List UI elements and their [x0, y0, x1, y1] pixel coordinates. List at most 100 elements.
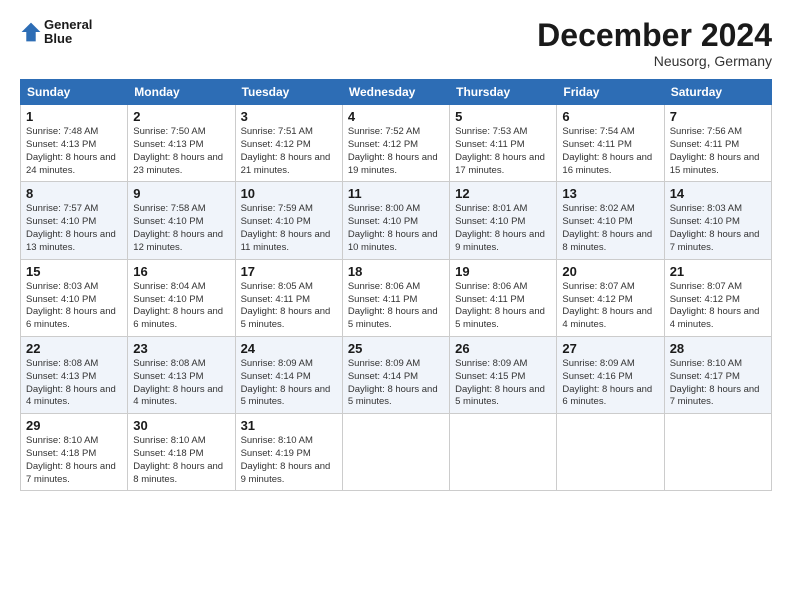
day-number: 6 [562, 109, 658, 124]
calendar-cell: 25Sunrise: 8:09 AMSunset: 4:14 PMDayligh… [342, 336, 449, 413]
day-detail: Sunrise: 8:10 AMSunset: 4:17 PMDaylight:… [670, 358, 760, 407]
calendar-cell [664, 414, 771, 491]
calendar-cell: 21 Sunrise: 8:07 AMSunset: 4:12 PMDayligh… [664, 259, 771, 336]
calendar-cell: 24 Sunrise: 8:09 AMSunset: 4:14 PMDayligh… [235, 336, 342, 413]
day-detail: Sunrise: 7:53 AMSunset: 4:11 PMDaylight:… [455, 126, 545, 175]
day-detail: Sunrise: 7:59 AMSunset: 4:10 PMDaylight:… [241, 203, 331, 252]
calendar-cell: 30 Sunrise: 8:10 AMSunset: 4:18 PMDayligh… [128, 414, 235, 491]
calendar-cell: 11Sunrise: 8:00 AMSunset: 4:10 PMDayligh… [342, 182, 449, 259]
logo-text: General Blue [44, 18, 92, 47]
day-number: 15 [26, 264, 122, 279]
day-detail: Sunrise: 8:06 AMSunset: 4:11 PMDaylight:… [348, 281, 438, 330]
calendar-cell: 2Sunrise: 7:50 AMSunset: 4:13 PMDaylight… [128, 105, 235, 182]
day-number: 5 [455, 109, 551, 124]
day-detail: Sunrise: 8:05 AMSunset: 4:11 PMDaylight:… [241, 281, 331, 330]
calendar-cell: 13 Sunrise: 8:02 AMSunset: 4:10 PMDayligh… [557, 182, 664, 259]
day-detail: Sunrise: 8:10 AMSunset: 4:18 PMDaylight:… [133, 435, 223, 484]
day-detail: Sunrise: 7:48 AMSunset: 4:13 PMDaylight:… [26, 126, 116, 175]
col-header-saturday: Saturday [664, 80, 771, 105]
header: General Blue December 2024 Neusorg, Germ… [20, 18, 772, 69]
day-number: 21 [670, 264, 766, 279]
day-number: 8 [26, 186, 122, 201]
day-number: 23 [133, 341, 229, 356]
calendar-cell: 12Sunrise: 8:01 AMSunset: 4:10 PMDayligh… [450, 182, 557, 259]
calendar-cell: 28 Sunrise: 8:10 AMSunset: 4:17 PMDayligh… [664, 336, 771, 413]
day-detail: Sunrise: 8:01 AMSunset: 4:10 PMDaylight:… [455, 203, 545, 252]
logo-line1: General [44, 18, 92, 32]
day-detail: Sunrise: 8:10 AMSunset: 4:19 PMDaylight:… [241, 435, 331, 484]
calendar-cell: 23 Sunrise: 8:08 AMSunset: 4:13 PMDayligh… [128, 336, 235, 413]
day-number: 7 [670, 109, 766, 124]
day-detail: Sunrise: 8:07 AMSunset: 4:12 PMDaylight:… [562, 281, 652, 330]
day-detail: Sunrise: 8:07 AMSunset: 4:12 PMDaylight:… [670, 281, 760, 330]
col-header-thursday: Thursday [450, 80, 557, 105]
day-number: 17 [241, 264, 337, 279]
calendar-cell: 15 Sunrise: 8:03 AMSunset: 4:10 PMDayligh… [21, 259, 128, 336]
day-detail: Sunrise: 8:08 AMSunset: 4:13 PMDaylight:… [133, 358, 223, 407]
day-detail: Sunrise: 8:02 AMSunset: 4:10 PMDaylight:… [562, 203, 652, 252]
day-number: 28 [670, 341, 766, 356]
calendar-cell: 4Sunrise: 7:52 AMSunset: 4:12 PMDaylight… [342, 105, 449, 182]
day-number: 16 [133, 264, 229, 279]
calendar-cell: 22 Sunrise: 8:08 AMSunset: 4:13 PMDayligh… [21, 336, 128, 413]
day-detail: Sunrise: 7:50 AMSunset: 4:13 PMDaylight:… [133, 126, 223, 175]
day-number: 25 [348, 341, 444, 356]
day-number: 24 [241, 341, 337, 356]
calendar-cell: 7 Sunrise: 7:56 AMSunset: 4:11 PMDaylight… [664, 105, 771, 182]
day-number: 22 [26, 341, 122, 356]
day-number: 30 [133, 418, 229, 433]
calendar-cell: 18 Sunrise: 8:06 AMSunset: 4:11 PMDayligh… [342, 259, 449, 336]
day-detail: Sunrise: 7:58 AMSunset: 4:10 PMDaylight:… [133, 203, 223, 252]
day-detail: Sunrise: 8:09 AMSunset: 4:14 PMDaylight:… [241, 358, 331, 407]
day-detail: Sunrise: 8:09 AMSunset: 4:15 PMDaylight:… [455, 358, 545, 407]
day-detail: Sunrise: 7:57 AMSunset: 4:10 PMDaylight:… [26, 203, 116, 252]
location-subtitle: Neusorg, Germany [537, 53, 772, 69]
calendar-cell [450, 414, 557, 491]
day-detail: Sunrise: 8:10 AMSunset: 4:18 PMDaylight:… [26, 435, 116, 484]
day-number: 10 [241, 186, 337, 201]
logo-line2: Blue [44, 32, 92, 46]
calendar-cell: 31 Sunrise: 8:10 AMSunset: 4:19 PMDayligh… [235, 414, 342, 491]
calendar-cell: 17 Sunrise: 8:05 AMSunset: 4:11 PMDayligh… [235, 259, 342, 336]
day-number: 29 [26, 418, 122, 433]
day-number: 9 [133, 186, 229, 201]
calendar-cell [557, 414, 664, 491]
calendar-cell: 20Sunrise: 8:07 AMSunset: 4:12 PMDayligh… [557, 259, 664, 336]
calendar-cell: 1 Sunrise: 7:48 AMSunset: 4:13 PMDaylight… [21, 105, 128, 182]
logo-icon [20, 21, 42, 43]
calendar-cell: 19 Sunrise: 8:06 AMSunset: 4:11 PMDayligh… [450, 259, 557, 336]
title-block: December 2024 Neusorg, Germany [537, 18, 772, 69]
col-header-wednesday: Wednesday [342, 80, 449, 105]
day-number: 26 [455, 341, 551, 356]
day-number: 13 [562, 186, 658, 201]
day-detail: Sunrise: 8:03 AMSunset: 4:10 PMDaylight:… [26, 281, 116, 330]
day-detail: Sunrise: 8:03 AMSunset: 4:10 PMDaylight:… [670, 203, 760, 252]
calendar-cell: 16Sunrise: 8:04 AMSunset: 4:10 PMDayligh… [128, 259, 235, 336]
day-number: 27 [562, 341, 658, 356]
day-detail: Sunrise: 7:51 AMSunset: 4:12 PMDaylight:… [241, 126, 331, 175]
calendar-cell: 5 Sunrise: 7:53 AMSunset: 4:11 PMDaylight… [450, 105, 557, 182]
calendar-cell: 29 Sunrise: 8:10 AMSunset: 4:18 PMDayligh… [21, 414, 128, 491]
calendar-cell: 10 Sunrise: 7:59 AMSunset: 4:10 PMDayligh… [235, 182, 342, 259]
day-detail: Sunrise: 7:56 AMSunset: 4:11 PMDaylight:… [670, 126, 760, 175]
day-detail: Sunrise: 8:00 AMSunset: 4:10 PMDaylight:… [348, 203, 438, 252]
calendar-table: SundayMondayTuesdayWednesdayThursdayFrid… [20, 79, 772, 491]
logo: General Blue [20, 18, 92, 47]
day-detail: Sunrise: 7:52 AMSunset: 4:12 PMDaylight:… [348, 126, 438, 175]
day-detail: Sunrise: 8:06 AMSunset: 4:11 PMDaylight:… [455, 281, 545, 330]
calendar-cell: 26 Sunrise: 8:09 AMSunset: 4:15 PMDayligh… [450, 336, 557, 413]
day-number: 1 [26, 109, 122, 124]
calendar-cell: 27 Sunrise: 8:09 AMSunset: 4:16 PMDayligh… [557, 336, 664, 413]
day-detail: Sunrise: 7:54 AMSunset: 4:11 PMDaylight:… [562, 126, 652, 175]
col-header-friday: Friday [557, 80, 664, 105]
col-header-sunday: Sunday [21, 80, 128, 105]
day-number: 14 [670, 186, 766, 201]
day-number: 18 [348, 264, 444, 279]
day-detail: Sunrise: 8:09 AMSunset: 4:16 PMDaylight:… [562, 358, 652, 407]
day-number: 31 [241, 418, 337, 433]
day-number: 19 [455, 264, 551, 279]
day-number: 3 [241, 109, 337, 124]
calendar-cell [342, 414, 449, 491]
calendar-cell: 8 Sunrise: 7:57 AMSunset: 4:10 PMDaylight… [21, 182, 128, 259]
day-detail: Sunrise: 8:08 AMSunset: 4:13 PMDaylight:… [26, 358, 116, 407]
